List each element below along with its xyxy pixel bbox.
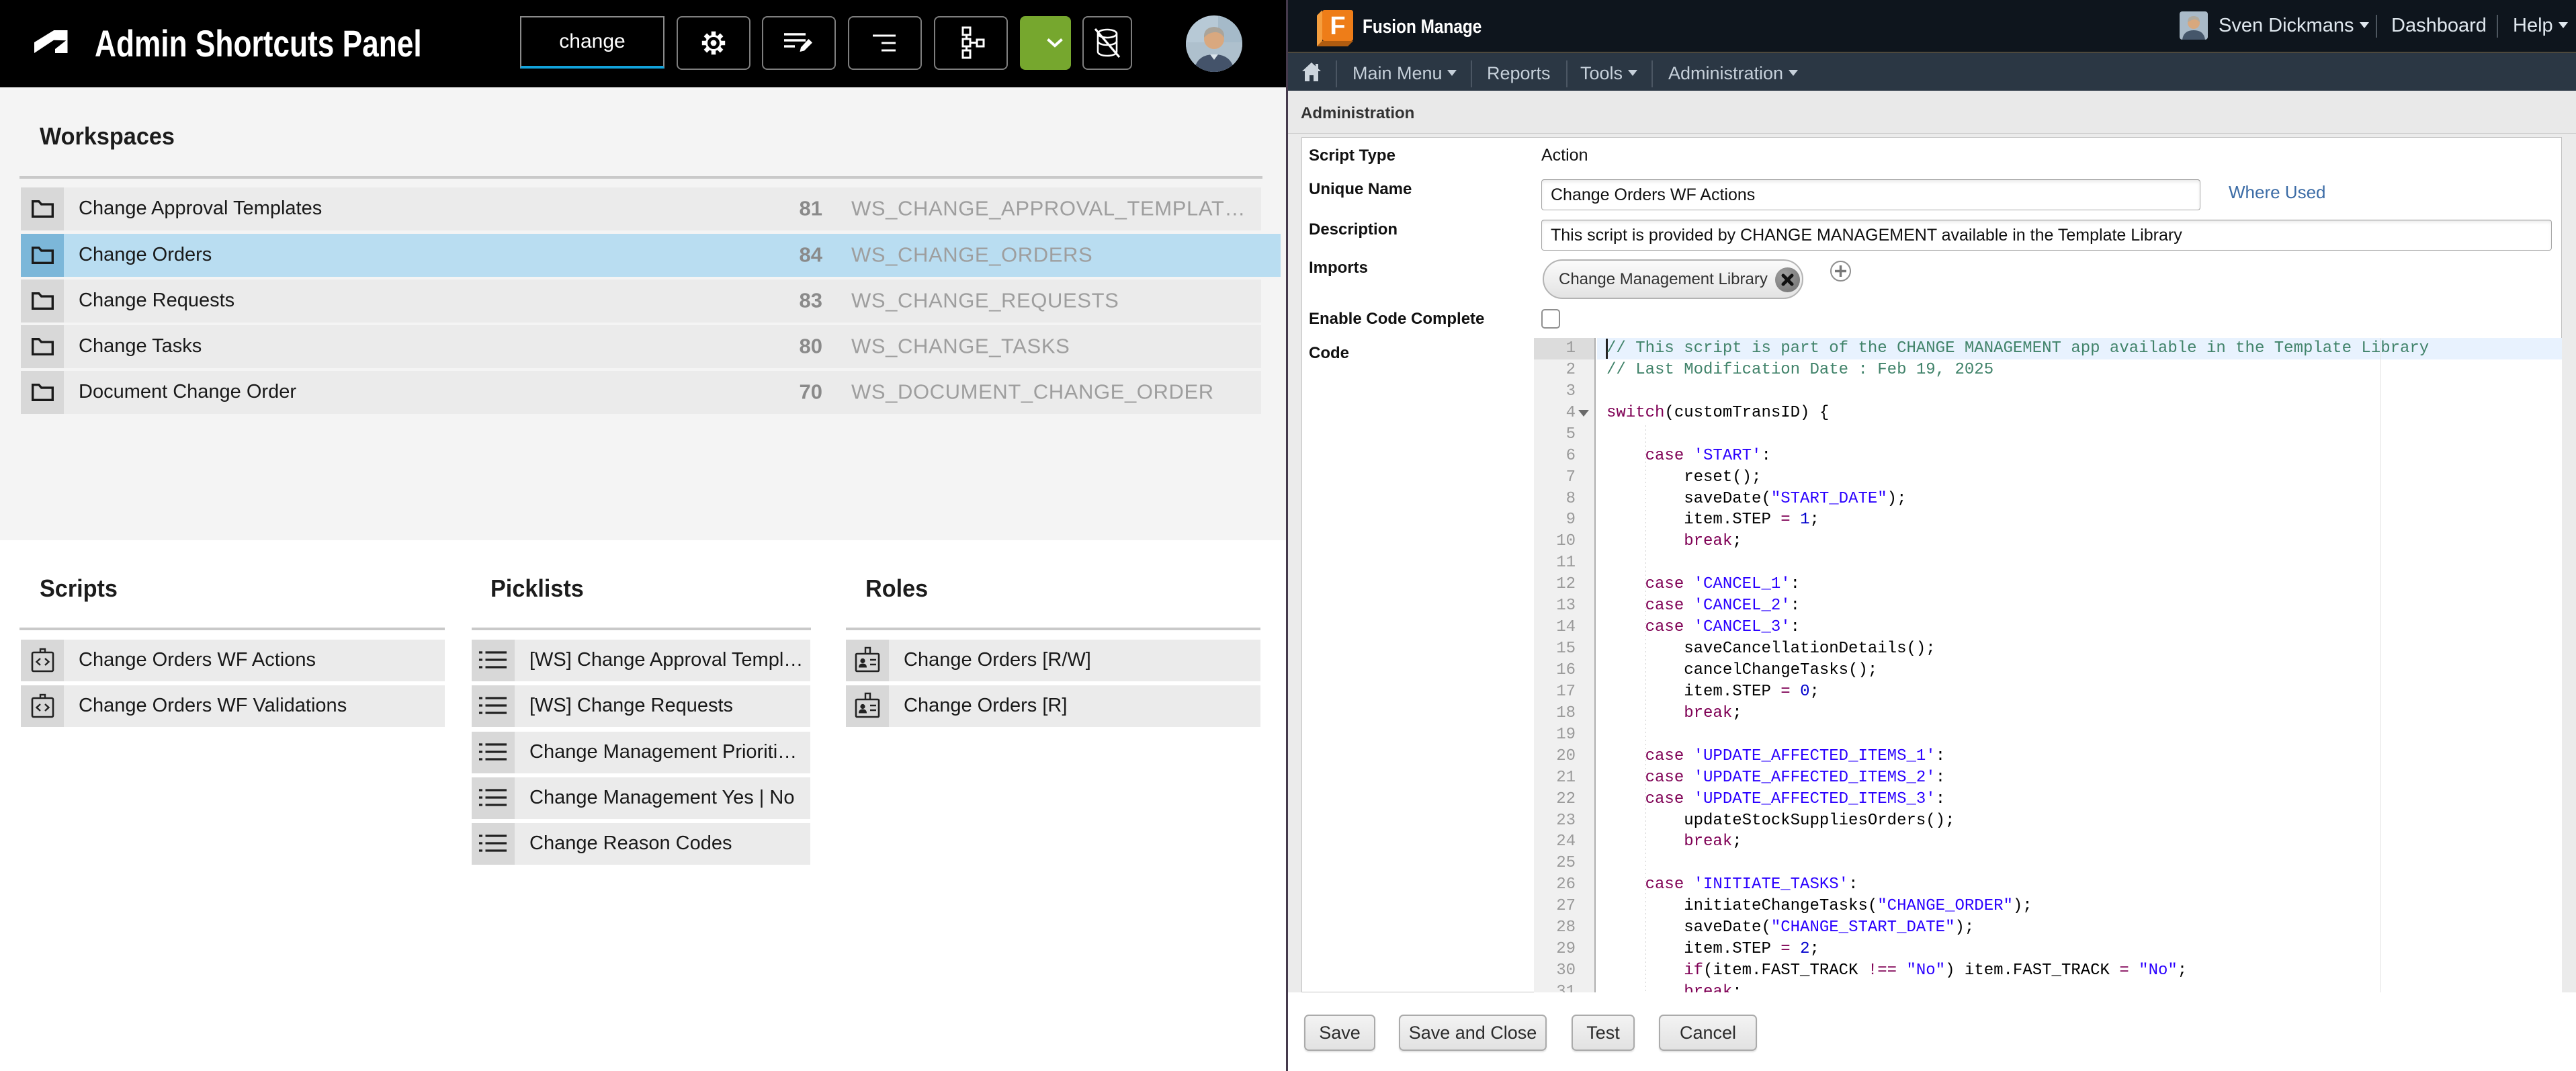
svg-text:F: F: [1330, 12, 1345, 40]
